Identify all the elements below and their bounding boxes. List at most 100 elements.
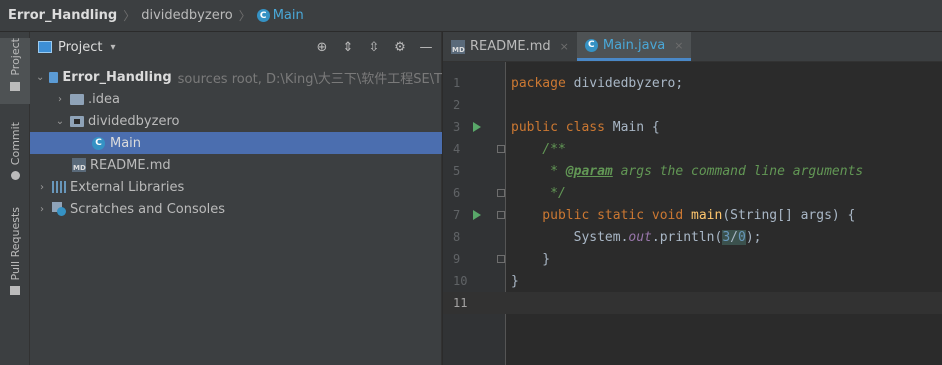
line-number: 6 [453,186,461,200]
code-line: 7 public static void main(String[] args)… [443,204,942,226]
markdown-file-icon: MD [72,158,86,172]
tab-readme[interactable]: MD README.md × [443,32,577,61]
code-line: 3 public class Main { [443,116,942,138]
tool-tab-commit[interactable]: Commit [0,122,30,186]
tool-tab-project[interactable]: Project [0,38,30,104]
fold-icon[interactable] [497,145,505,153]
code-text: package dividedbyzero; [511,75,684,91]
tree-item-main[interactable]: C Main [30,132,442,154]
fold-icon[interactable] [497,255,505,263]
breadcrumb-package[interactable]: dividedbyzero [141,8,232,23]
folder-icon [10,81,20,91]
breadcrumb-class-label: Main [272,8,304,23]
tool-tab-pull-requests[interactable]: Pull Requests [0,207,30,299]
code-text: * @param args the command line arguments [511,163,864,179]
tree-item-label: Scratches and Consoles [70,201,226,217]
tab-label: Main.java [602,37,666,53]
tool-tab-commit-label: Commit [8,122,22,166]
line-number: 4 [453,142,461,156]
code-line: 1 package dividedbyzero; [443,72,942,94]
line-number: 2 [453,98,461,112]
run-icon[interactable] [473,122,481,132]
chevron-down-icon[interactable]: ⌄ [54,116,66,127]
line-number: 7 [453,208,461,222]
module-folder-icon [48,71,59,83]
java-class-icon: C [92,136,105,150]
code-line: 6 */ [443,182,942,204]
code-line: 8 System.out.println(3/0); [443,226,942,248]
scratches-icon [52,202,66,216]
breadcrumb-class[interactable]: C Main [256,8,304,23]
library-icon [52,181,66,193]
editor-tab-bar: MD README.md × C Main.java × [443,32,942,62]
fold-icon[interactable] [497,211,505,219]
pull-request-icon [10,286,20,296]
chevron-right-icon[interactable]: › [36,182,48,193]
code-text: public class Main { [511,119,660,135]
editor-area: MD README.md × C Main.java × 1 package d… [443,32,942,365]
code-line: 5 * @param args the command line argumen… [443,160,942,182]
tree-item-idea[interactable]: › .idea [30,88,442,110]
folder-icon [70,93,84,105]
project-view-icon [38,41,52,53]
line-number: 11 [453,296,468,310]
code-line-current: 11 [443,292,942,314]
code-line: 2 [443,94,942,116]
tool-window-strip: Project Commit Pull Requests [0,32,30,365]
run-icon[interactable] [473,210,481,220]
line-number: 1 [453,76,461,90]
java-class-icon: C [256,9,270,22]
chevron-right-icon[interactable]: › [54,94,66,105]
fold-icon[interactable] [497,189,505,197]
line-number: 10 [453,274,468,288]
gear-icon[interactable]: ⚙ [393,40,407,55]
tab-main-java[interactable]: C Main.java × [576,32,692,61]
tree-item-readme[interactable]: MD README.md [30,154,442,176]
markdown-icon-text: MD [73,164,86,172]
project-panel-header: Project ▾ ⊕ ⇕ ⇳ ⚙ — [30,32,441,62]
tree-item-label: Error_Handling [62,69,172,85]
chevron-down-icon[interactable]: ▾ [110,42,115,53]
code-text: */ [511,185,566,201]
hide-panel-icon[interactable]: — [419,40,433,55]
tree-item-error-handling[interactable]: ⌄ Error_Handling sources root, D:\King\大… [30,66,442,88]
code-line: 4 /** [443,138,942,160]
expand-all-icon[interactable]: ⇕ [341,40,355,55]
markdown-icon-text: MD [452,45,465,54]
code-line: 10 } [443,270,942,292]
code-text: /** [511,141,566,157]
tree-item-label: Main [110,135,142,151]
close-icon[interactable]: × [560,40,569,53]
line-number: 3 [453,120,461,134]
tree-item-label: .idea [88,91,120,107]
select-opened-file-icon[interactable]: ⊕ [315,40,329,55]
java-class-icon: C [584,38,598,52]
tool-tab-pull-requests-label: Pull Requests [8,207,22,281]
tree-item-path: sources root, D:\King\大三下\软件工程SE\T [177,71,442,87]
chevron-right-icon[interactable]: › [36,204,48,215]
project-view-selector[interactable]: Project [58,40,102,55]
tab-label: README.md [470,39,551,54]
tree-item-label: README.md [90,157,171,173]
code-text: } [511,273,519,289]
breadcrumb-project[interactable]: Error_Handling [8,8,117,23]
code-text: public static void main(String[] args) { [511,207,856,223]
tree-item-label: External Libraries [70,179,185,195]
close-icon[interactable]: × [674,39,683,52]
line-number: 9 [453,252,461,266]
project-panel: Project ▾ ⊕ ⇕ ⇳ ⚙ — ⌄ Error_Handling sou… [30,32,442,365]
tree-item-scratches[interactable]: › Scratches and Consoles [30,198,442,220]
collapse-all-icon[interactable]: ⇳ [367,40,381,55]
tool-tab-project-label: Project [8,38,22,76]
markdown-file-icon: MD [451,39,465,54]
commit-icon [10,171,20,181]
line-number: 8 [453,230,461,244]
chevron-down-icon[interactable]: ⌄ [36,72,45,83]
code-line: 9 } [443,248,942,270]
tree-item-label: dividedbyzero [88,113,180,129]
tree-item-dividedbyzero[interactable]: ⌄ dividedbyzero [30,110,442,132]
breadcrumb-separator: 〉 [238,9,251,23]
tree-item-external-libraries[interactable]: › External Libraries [30,176,442,198]
code-text: } [511,251,551,267]
project-panel-toolbar: ⊕ ⇕ ⇳ ⚙ — [315,40,441,55]
